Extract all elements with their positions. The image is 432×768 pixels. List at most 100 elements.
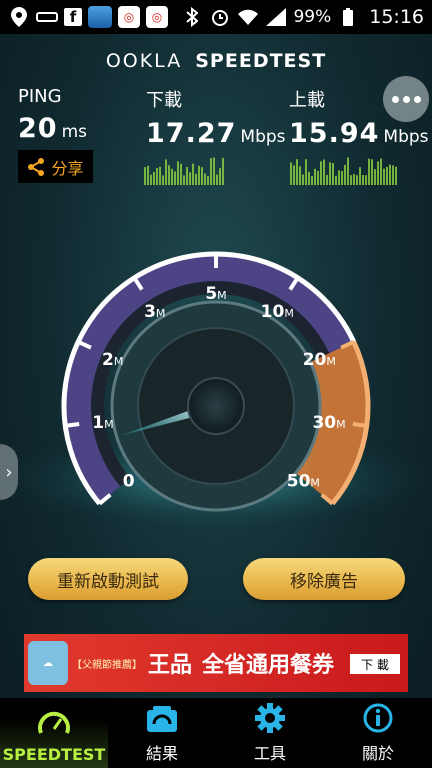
- wave-bar: [174, 171, 176, 185]
- wave-bar: [329, 162, 331, 185]
- wave-bar: [162, 175, 164, 185]
- wave-bar: [365, 175, 367, 185]
- wave-bar: [326, 174, 328, 185]
- gauge-tick: [352, 422, 367, 428]
- upload-unit: Mbps: [383, 127, 429, 147]
- ping-label: PING: [18, 86, 62, 107]
- restart-test-button[interactable]: 重新啟動測試: [28, 558, 188, 600]
- clock: 15:16: [369, 6, 424, 28]
- brand-speedtest: SPEEDTEST: [195, 50, 327, 72]
- wave-bar: [347, 157, 349, 185]
- wave-bar: [392, 165, 394, 185]
- wave-bar: [356, 175, 358, 185]
- wave-bar: [320, 161, 322, 185]
- more-dot-icon: [413, 95, 421, 103]
- wave-bar: [156, 168, 158, 185]
- upload-waveform: [290, 157, 397, 185]
- wave-bar: [144, 167, 146, 185]
- wave-bar: [344, 164, 346, 185]
- gear-icon: [255, 703, 285, 733]
- bottom-nav: SPEEDTEST 結果 工具 關於: [0, 698, 432, 768]
- ping-value: 20: [18, 113, 58, 144]
- wave-bar: [368, 158, 370, 185]
- wave-bar: [308, 171, 310, 185]
- more-dot-icon: [402, 95, 410, 103]
- info-icon: [363, 703, 393, 733]
- nav-tools[interactable]: 工具: [216, 698, 324, 768]
- wave-bar: [395, 166, 397, 185]
- wave-bar: [311, 175, 313, 185]
- wave-bar: [362, 174, 364, 185]
- ping-value-row: 20 ms: [18, 113, 87, 144]
- wave-bar: [377, 161, 379, 185]
- wave-bar: [323, 159, 325, 185]
- weather-icon: [88, 6, 112, 28]
- wave-bar: [198, 165, 200, 185]
- wave-bar: [296, 159, 298, 185]
- share-button[interactable]: 分享: [18, 150, 93, 183]
- wave-bar: [180, 163, 182, 185]
- ad-brand: 王品: [148, 653, 193, 678]
- signal-icon: [265, 6, 287, 28]
- wave-bar: [204, 173, 206, 185]
- wave-bar: [201, 167, 203, 185]
- wave-bar: [192, 163, 194, 185]
- ping-unit: ms: [61, 122, 87, 142]
- nav-speedtest[interactable]: SPEEDTEST: [0, 698, 108, 768]
- wave-bar: [195, 173, 197, 185]
- download-metric: 下載 17.27 Mbps: [146, 86, 286, 149]
- gauge-tick-label: 1M: [92, 413, 113, 433]
- wave-bar: [389, 164, 391, 185]
- nav-about-label: 關於: [361, 744, 394, 763]
- ad-headline: 全省通用餐券: [202, 653, 335, 678]
- wave-bar: [305, 159, 307, 185]
- wave-bar: [168, 165, 170, 185]
- app-notification-icon: ◎: [146, 6, 168, 28]
- wave-bar: [374, 169, 376, 185]
- wifi-icon: [237, 6, 259, 28]
- more-dot-icon: [391, 95, 399, 103]
- wave-bar: [159, 166, 161, 185]
- more-options-button[interactable]: [383, 76, 429, 122]
- speedometer-icon: [38, 711, 70, 734]
- gauge-tick-label: 0: [123, 471, 135, 491]
- wave-bar: [341, 171, 343, 185]
- nav-about[interactable]: 關於: [324, 698, 432, 768]
- brand-ookla: OOKLA: [105, 50, 183, 72]
- upload-value-row: 15.94 Mbps: [289, 118, 429, 149]
- upload-value: 15.94: [289, 118, 380, 149]
- facebook-icon: f: [64, 8, 82, 26]
- ad-banner[interactable]: ☁ 【父親節推薦】 王品 全省通用餐券 下 載: [24, 634, 408, 692]
- wave-bar: [359, 167, 361, 185]
- wave-bar: [383, 168, 385, 185]
- gauge-hub: [187, 377, 245, 435]
- download-waveform: [144, 157, 224, 185]
- download-value: 17.27: [146, 118, 237, 149]
- battery-icon: [337, 6, 359, 28]
- share-label: 分享: [51, 158, 84, 178]
- wave-bar: [186, 167, 188, 185]
- wave-bar: [380, 158, 382, 185]
- wave-bar: [290, 162, 292, 185]
- remove-ads-button[interactable]: 移除廣告: [243, 558, 405, 600]
- wave-bar: [219, 168, 221, 185]
- ad-download-button[interactable]: 下 載: [350, 654, 400, 674]
- wave-bar: [353, 174, 355, 185]
- wave-bar: [165, 159, 167, 185]
- wave-bar: [147, 165, 149, 185]
- wave-bar: [371, 159, 373, 185]
- nav-speedtest-label: SPEEDTEST: [2, 745, 106, 764]
- nav-results[interactable]: 結果: [108, 698, 216, 768]
- share-icon: [28, 157, 45, 176]
- ad-promo: 【父親節推薦】: [72, 659, 142, 671]
- wave-bar: [293, 165, 295, 185]
- location-icon: [8, 6, 30, 28]
- battery-percent: 99%: [293, 7, 332, 27]
- wave-bar: [213, 157, 215, 185]
- wave-bar: [207, 175, 209, 185]
- wave-bar: [350, 175, 352, 185]
- alarm-icon: [209, 6, 231, 28]
- wave-bar: [332, 163, 334, 185]
- usb-icon: [36, 6, 58, 28]
- download-label: 下載: [146, 90, 182, 111]
